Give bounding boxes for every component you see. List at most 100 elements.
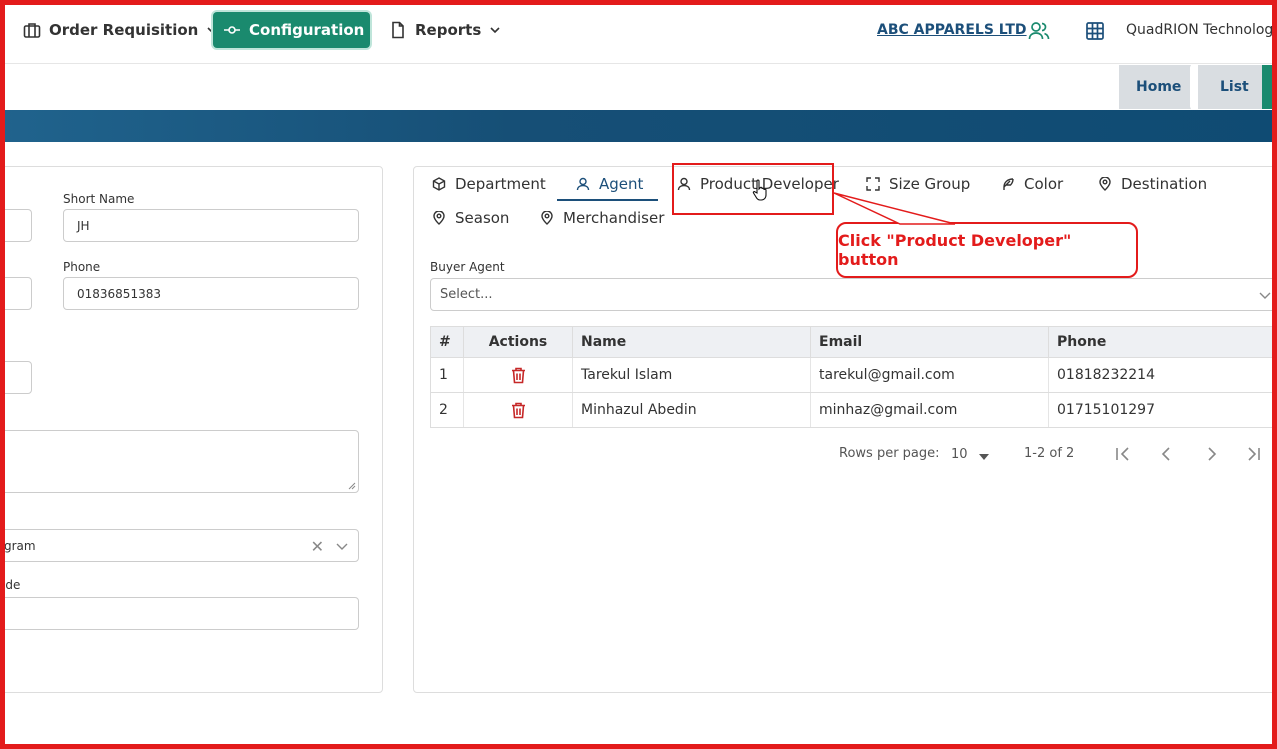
left-field-3[interactable] bbox=[0, 361, 32, 394]
tab-destination[interactable]: Destination bbox=[1098, 171, 1207, 197]
program-select[interactable]: gram ✕ bbox=[0, 529, 359, 562]
expand-icon bbox=[866, 177, 880, 191]
box-icon bbox=[432, 177, 446, 191]
tab-agent-label: Agent bbox=[599, 175, 644, 193]
agent-table: # Actions Name Email Phone 1 Tarekul Isl… bbox=[430, 326, 1277, 428]
breadcrumb-list[interactable]: List bbox=[1198, 65, 1268, 109]
clear-icon[interactable]: ✕ bbox=[311, 537, 324, 556]
buyer-agent-select[interactable]: Select... bbox=[430, 278, 1277, 311]
trash-icon[interactable] bbox=[511, 367, 526, 384]
map-pin-icon bbox=[540, 211, 554, 225]
breadcrumb-home[interactable]: Home bbox=[1119, 65, 1191, 109]
frame-shadow bbox=[1272, 0, 1277, 749]
nav-reports[interactable]: Reports bbox=[389, 12, 501, 48]
rows-per-page-label: Rows per page: bbox=[839, 446, 940, 461]
short-name-value: JH bbox=[77, 218, 90, 233]
nav-configuration-label: Configuration bbox=[249, 21, 365, 39]
instruction-callout-text: Click "Product Developer" button bbox=[838, 231, 1072, 269]
chevron-down-icon[interactable] bbox=[1259, 289, 1271, 301]
table-row: 2 Minhazul Abedin minhaz@gmail.com 01715… bbox=[430, 392, 1277, 428]
first-page-icon[interactable] bbox=[1114, 445, 1132, 463]
pagination: Rows per page: 10 1-2 of 2 bbox=[0, 440, 1277, 468]
tab-merchandiser-label: Merchandiser bbox=[563, 209, 665, 227]
hand-cursor-icon bbox=[752, 179, 767, 201]
map-pin-icon bbox=[432, 211, 446, 225]
instruction-callout: Click "Product Developer" button bbox=[836, 222, 1138, 278]
row-name: Tarekul Islam bbox=[572, 357, 811, 393]
buyer-agent-label: Buyer Agent bbox=[430, 260, 505, 274]
phone-field[interactable]: 01836851383 bbox=[63, 277, 359, 310]
row-number: 1 bbox=[430, 357, 464, 393]
tab-color[interactable]: Color bbox=[1001, 171, 1063, 197]
nav-order-requisition-label: Order Requisition bbox=[49, 21, 199, 39]
tab-department[interactable]: Department bbox=[432, 171, 546, 197]
page-header-bar bbox=[0, 110, 1277, 142]
code-label: ode bbox=[0, 578, 21, 592]
trash-icon[interactable] bbox=[511, 402, 526, 419]
phone-label: Phone bbox=[63, 260, 101, 274]
tab-season-label: Season bbox=[455, 209, 510, 227]
tab-color-label: Color bbox=[1024, 175, 1064, 193]
chevron-down-icon bbox=[372, 24, 384, 36]
table-header-row: # Actions Name Email Phone bbox=[430, 326, 1277, 358]
nav-configuration[interactable]: Configuration bbox=[213, 12, 383, 48]
row-email: minhaz@gmail.com bbox=[810, 392, 1049, 428]
row-email: tarekul@gmail.com bbox=[810, 357, 1049, 393]
buyer-agent-placeholder: Select... bbox=[440, 287, 493, 302]
row-phone: 01818232214 bbox=[1048, 357, 1277, 393]
rows-per-page-select[interactable]: 10 bbox=[951, 447, 968, 462]
program-select-value: gram bbox=[4, 538, 36, 553]
user-icon bbox=[576, 177, 590, 191]
left-field-2[interactable] bbox=[0, 277, 32, 310]
nav-reports-label: Reports bbox=[415, 21, 482, 39]
short-name-field[interactable]: JH bbox=[63, 209, 359, 242]
row-number: 2 bbox=[430, 392, 464, 428]
nav-order-requisition[interactable]: Order Requisition bbox=[23, 12, 218, 48]
tab-size-group-label: Size Group bbox=[889, 175, 971, 193]
row-actions bbox=[463, 392, 573, 428]
code-field[interactable] bbox=[0, 597, 359, 630]
column-header-actions: Actions bbox=[463, 326, 573, 358]
chevron-down-icon bbox=[489, 24, 501, 36]
tab-destination-label: Destination bbox=[1121, 175, 1208, 193]
tab-season[interactable]: Season bbox=[432, 205, 509, 231]
short-name-label: Short Name bbox=[63, 192, 135, 206]
chevron-down-icon[interactable] bbox=[336, 540, 348, 552]
next-page-icon[interactable] bbox=[1202, 445, 1220, 463]
company-link[interactable]: ABC APPARELS LTD bbox=[877, 22, 1027, 38]
tab-department-label: Department bbox=[455, 175, 546, 193]
row-name: Minhazul Abedin bbox=[572, 392, 811, 428]
column-header-number[interactable]: # bbox=[430, 326, 464, 358]
briefcase-icon bbox=[23, 21, 41, 39]
row-actions bbox=[463, 357, 573, 393]
map-pin-icon bbox=[1098, 177, 1112, 191]
column-header-phone[interactable]: Phone bbox=[1048, 326, 1277, 358]
phone-value: 01836851383 bbox=[77, 286, 161, 301]
name-field[interactable] bbox=[0, 209, 32, 242]
column-header-name[interactable]: Name bbox=[572, 326, 811, 358]
organization-name: QuadRION Technolog bbox=[1126, 22, 1274, 38]
resize-handle-icon[interactable] bbox=[348, 482, 356, 490]
file-icon bbox=[389, 21, 407, 39]
tab-size-group[interactable]: Size Group bbox=[866, 171, 970, 197]
feather-icon bbox=[1001, 177, 1015, 191]
column-header-email[interactable]: Email bbox=[810, 326, 1049, 358]
commit-icon bbox=[223, 21, 241, 39]
previous-page-icon[interactable] bbox=[1158, 445, 1176, 463]
tab-merchandiser[interactable]: Merchandiser bbox=[540, 205, 664, 231]
top-navbar: Order Requisition Configuration Reports … bbox=[0, 0, 1277, 64]
active-tab-indicator bbox=[557, 199, 658, 201]
row-phone: 01715101297 bbox=[1048, 392, 1277, 428]
breadcrumb bbox=[0, 64, 1277, 110]
breadcrumb-list-label: List bbox=[1220, 79, 1249, 95]
users-icon[interactable] bbox=[1028, 20, 1050, 42]
caret-down-icon[interactable] bbox=[978, 450, 990, 465]
tab-agent[interactable]: Agent bbox=[576, 171, 643, 197]
rows-per-page-value: 10 bbox=[951, 447, 968, 462]
building-grid-icon bbox=[1085, 21, 1105, 41]
breadcrumb-home-label: Home bbox=[1136, 79, 1182, 95]
breadcrumb-active-tail bbox=[1262, 65, 1272, 109]
last-page-icon[interactable] bbox=[1245, 445, 1263, 463]
table-row: 1 Tarekul Islam tarekul@gmail.com 018182… bbox=[430, 357, 1277, 393]
pagination-range: 1-2 of 2 bbox=[1024, 446, 1075, 461]
